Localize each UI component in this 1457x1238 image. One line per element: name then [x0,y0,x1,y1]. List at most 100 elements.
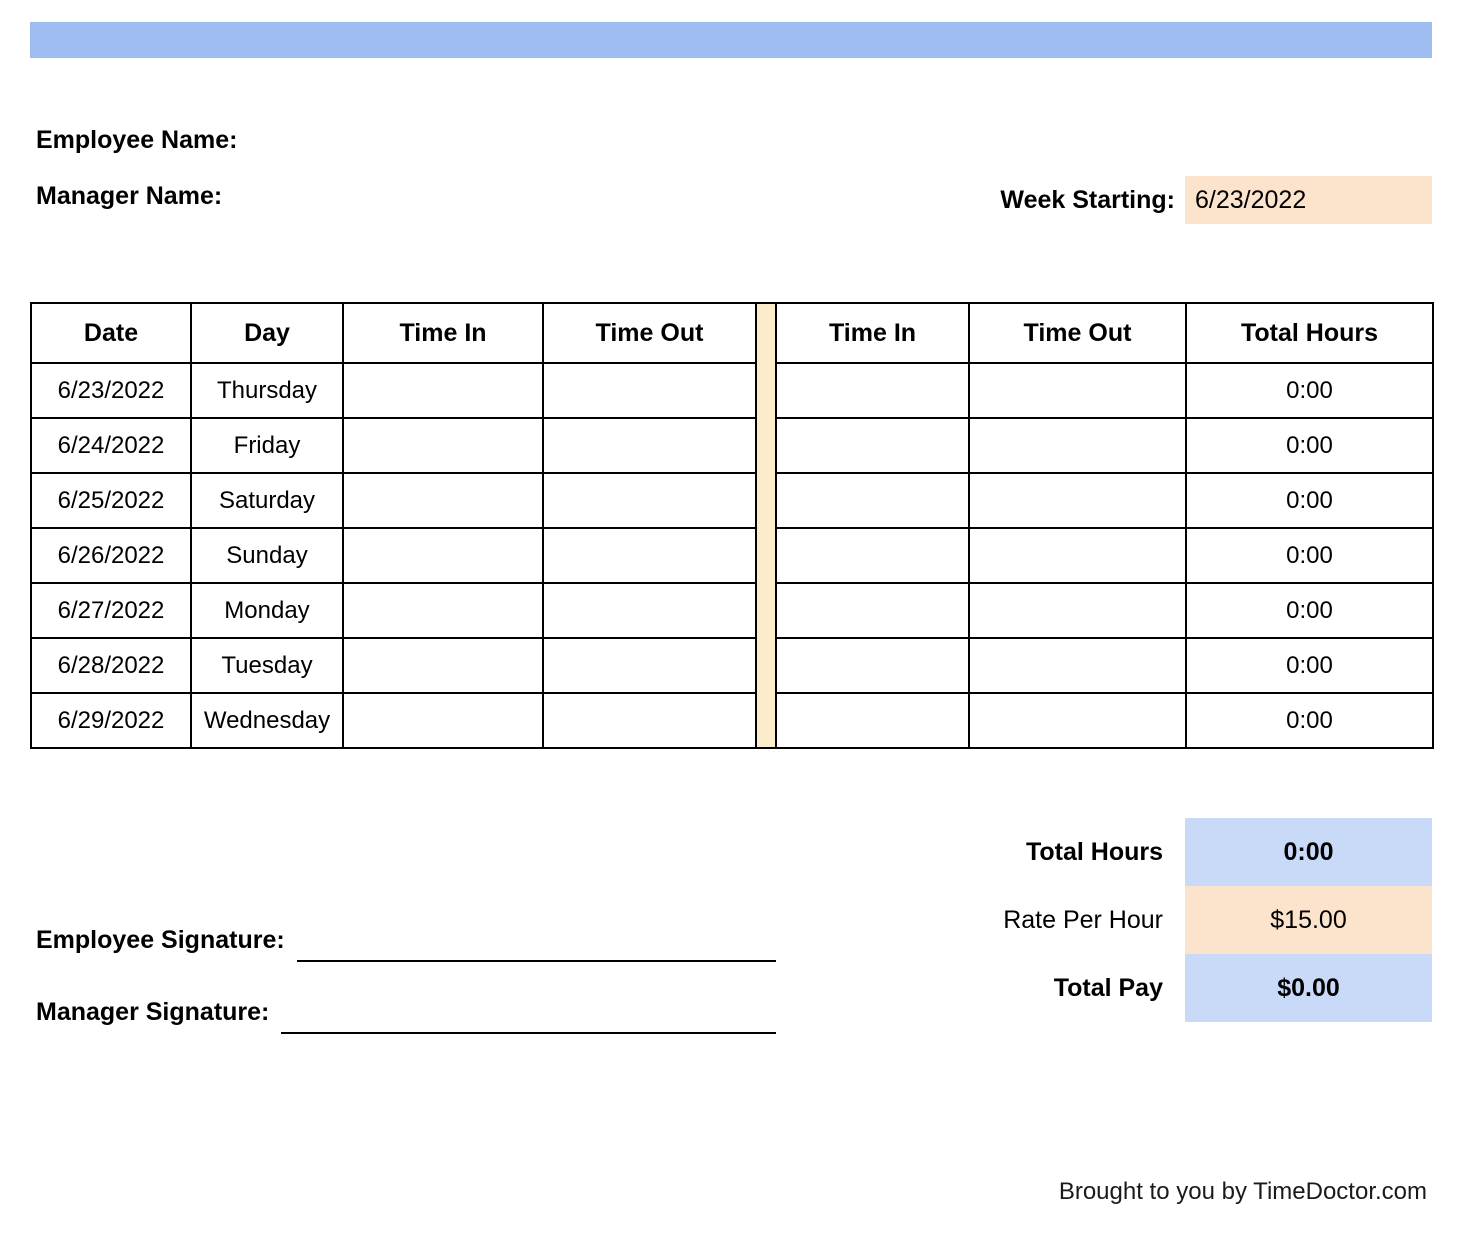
cell-time-in-2[interactable] [776,473,969,528]
employee-signature-row: Employee Signature: [36,890,776,962]
cell-divider-spacer [756,528,776,583]
cell-date: 6/23/2022 [31,363,191,418]
cell-total-hours: 0:00 [1186,418,1433,473]
cell-day: Friday [191,418,343,473]
cell-time-out-2[interactable] [969,583,1186,638]
cell-time-in-2[interactable] [776,528,969,583]
cell-time-out-2[interactable] [969,363,1186,418]
cell-time-out-1[interactable] [543,693,756,748]
column-header-time-in-2: Time In [776,303,969,363]
cell-time-in-1[interactable] [343,418,543,473]
summary-value-total-pay: $0.00 [1185,954,1432,1022]
week-starting-value[interactable]: 6/23/2022 [1185,176,1432,224]
cell-time-out-2[interactable] [969,528,1186,583]
column-header-day: Day [191,303,343,363]
summary-label-total-pay: Total Pay [960,974,1185,1003]
cell-total-hours: 0:00 [1186,693,1433,748]
summary-row-total-hours: Total Hours 0:00 [960,818,1432,886]
cell-time-in-1[interactable] [343,363,543,418]
footer-attribution: Brought to you by TimeDoctor.com [1059,1178,1427,1206]
cell-time-in-2[interactable] [776,363,969,418]
timesheet-table: Date Day Time In Time Out Time In Time O… [30,302,1434,749]
cell-total-hours: 0:00 [1186,363,1433,418]
summary-value-rate-per-hour[interactable]: $15.00 [1185,886,1432,954]
cell-date: 6/27/2022 [31,583,191,638]
cell-day: Wednesday [191,693,343,748]
summary-row-total-pay: Total Pay $0.00 [960,954,1432,1022]
cell-time-in-1[interactable] [343,528,543,583]
cell-divider-spacer [756,363,776,418]
column-header-time-in-1: Time In [343,303,543,363]
cell-time-in-2[interactable] [776,418,969,473]
cell-time-in-2[interactable] [776,693,969,748]
manager-signature-line[interactable] [281,992,776,1034]
employee-name-row: Employee Name: [36,120,1432,176]
cell-time-out-1[interactable] [543,583,756,638]
cell-divider-spacer [756,583,776,638]
cell-time-out-1[interactable] [543,363,756,418]
cell-time-in-1[interactable] [343,583,543,638]
cell-divider-spacer [756,473,776,528]
cell-time-out-1[interactable] [543,418,756,473]
cell-divider-spacer [756,638,776,693]
summary-row-rate-per-hour: Rate Per Hour $15.00 [960,886,1432,954]
cell-total-hours: 0:00 [1186,583,1433,638]
cell-divider-spacer [756,693,776,748]
cell-total-hours: 0:00 [1186,528,1433,583]
signature-block: Employee Signature: Manager Signature: [36,890,776,1034]
week-starting-group: Week Starting: 6/23/2022 [1000,176,1432,224]
column-header-date: Date [31,303,191,363]
summary-panel: Total Hours 0:00 Rate Per Hour $15.00 To… [960,818,1432,1022]
cell-time-out-1[interactable] [543,638,756,693]
column-header-time-out-1: Time Out [543,303,756,363]
identity-block: Employee Name: Manager Name: Week Starti… [36,120,1432,232]
summary-label-rate-per-hour: Rate Per Hour [960,906,1185,935]
employee-signature-label: Employee Signature: [36,918,297,962]
manager-signature-label: Manager Signature: [36,990,281,1034]
table-row: 6/28/2022 Tuesday 0:00 [31,638,1433,693]
cell-time-out-2[interactable] [969,418,1186,473]
column-header-time-out-2: Time Out [969,303,1186,363]
summary-value-total-hours: 0:00 [1185,818,1432,886]
summary-label-total-hours: Total Hours [960,838,1185,867]
column-header-total-hours: Total Hours [1186,303,1433,363]
cell-day: Sunday [191,528,343,583]
cell-date: 6/25/2022 [31,473,191,528]
cell-time-out-1[interactable] [543,528,756,583]
cell-time-in-2[interactable] [776,638,969,693]
cell-time-in-1[interactable] [343,638,543,693]
cell-time-out-2[interactable] [969,693,1186,748]
timesheet-body: 6/23/2022 Thursday 0:00 6/24/2022 Friday… [31,363,1433,748]
table-header-row: Date Day Time In Time Out Time In Time O… [31,303,1433,363]
cell-time-in-1[interactable] [343,693,543,748]
table-row: 6/27/2022 Monday 0:00 [31,583,1433,638]
cell-day: Tuesday [191,638,343,693]
week-starting-label: Week Starting: [1000,176,1185,224]
cell-total-hours: 0:00 [1186,638,1433,693]
table-row: 6/24/2022 Friday 0:00 [31,418,1433,473]
cell-time-in-1[interactable] [343,473,543,528]
top-accent-bar [30,22,1432,58]
cell-date: 6/24/2022 [31,418,191,473]
cell-date: 6/29/2022 [31,693,191,748]
table-row: 6/26/2022 Sunday 0:00 [31,528,1433,583]
cell-time-out-2[interactable] [969,473,1186,528]
employee-name-label: Employee Name: [36,120,237,160]
cell-date: 6/26/2022 [31,528,191,583]
table-row: 6/25/2022 Saturday 0:00 [31,473,1433,528]
column-divider-spacer [756,303,776,363]
cell-day: Thursday [191,363,343,418]
cell-time-out-1[interactable] [543,473,756,528]
manager-name-label: Manager Name: [36,176,222,216]
manager-signature-row: Manager Signature: [36,962,776,1034]
cell-total-hours: 0:00 [1186,473,1433,528]
employee-signature-line[interactable] [297,920,776,962]
cell-divider-spacer [756,418,776,473]
cell-time-out-2[interactable] [969,638,1186,693]
table-row: 6/23/2022 Thursday 0:00 [31,363,1433,418]
cell-date: 6/28/2022 [31,638,191,693]
cell-time-in-2[interactable] [776,583,969,638]
cell-day: Monday [191,583,343,638]
table-row: 6/29/2022 Wednesday 0:00 [31,693,1433,748]
manager-name-row: Manager Name: Week Starting: 6/23/2022 [36,176,1432,232]
